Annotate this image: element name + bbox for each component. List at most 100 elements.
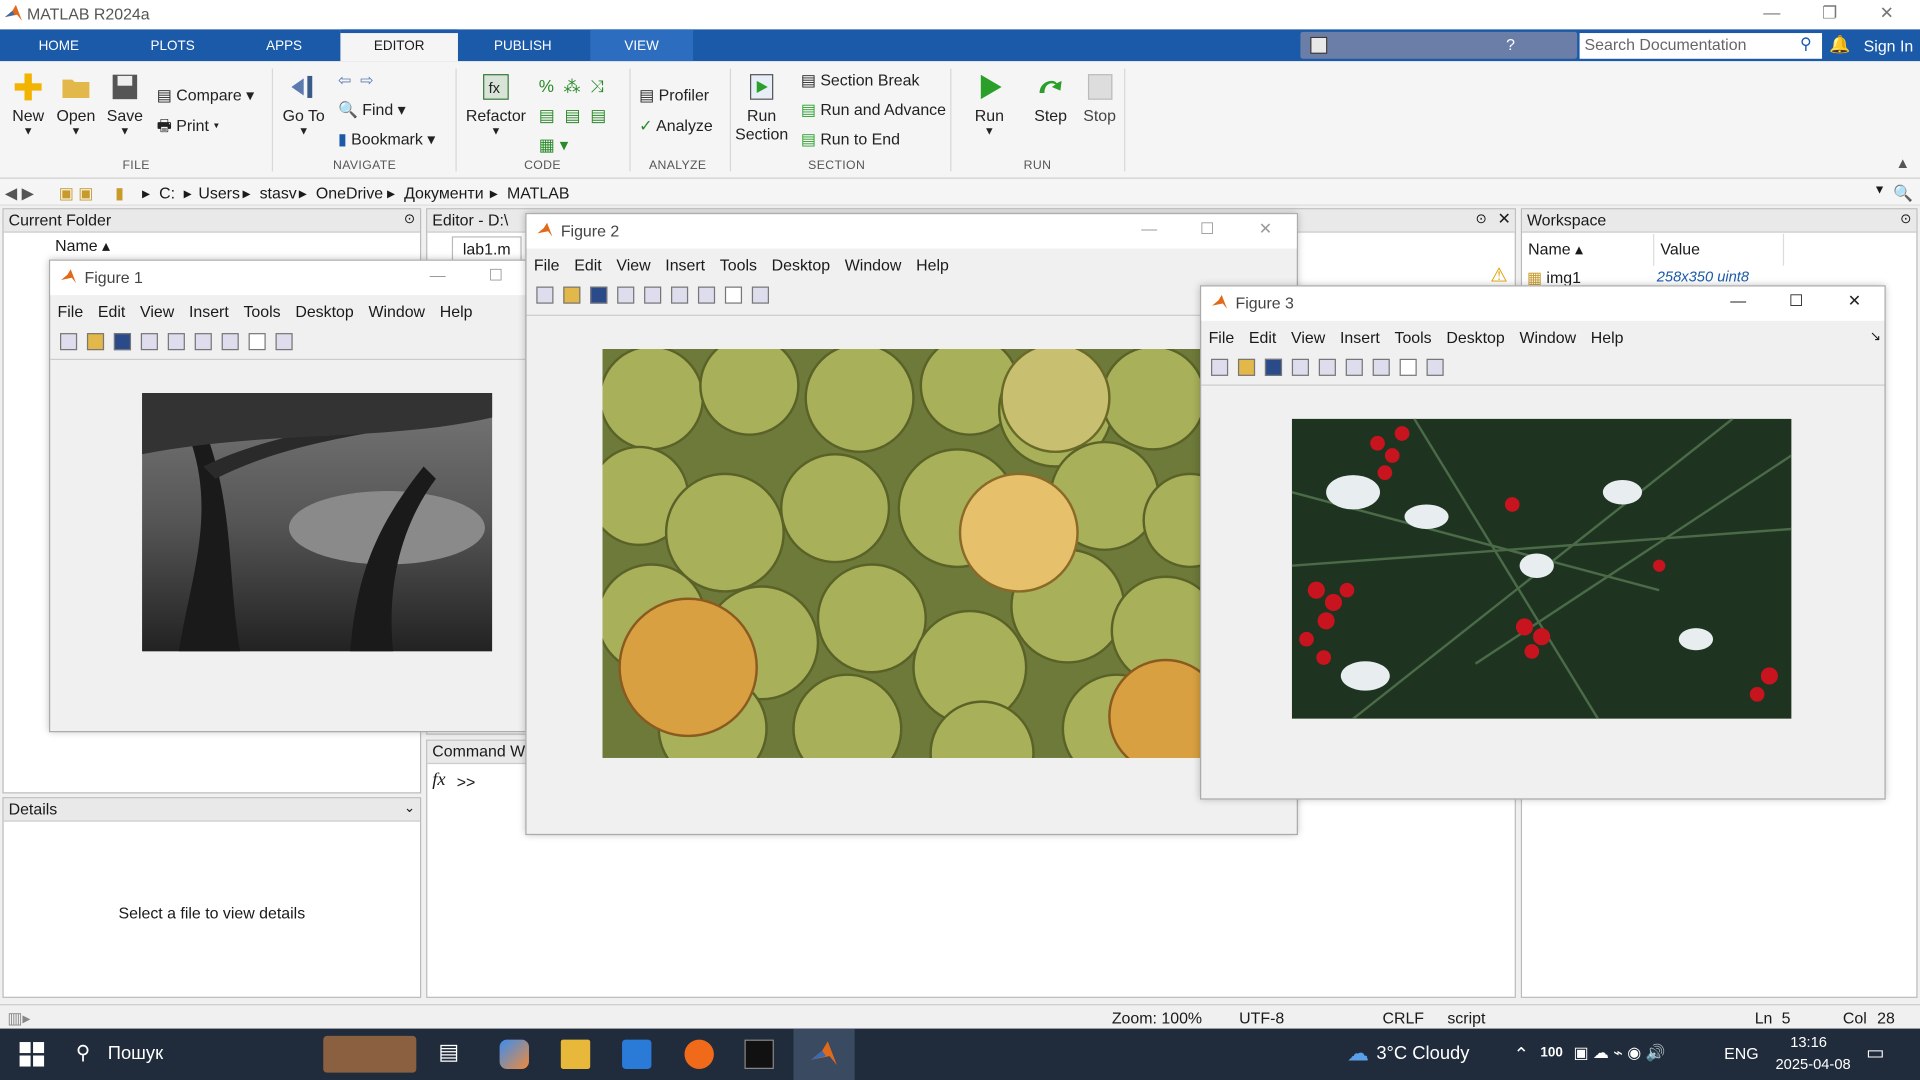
path-part[interactable]: Документи <box>404 184 484 202</box>
tab-publish[interactable]: PUBLISH <box>478 29 569 61</box>
matlab-taskbar-active[interactable] <box>793 1028 855 1080</box>
menu-help[interactable]: Help <box>1591 328 1624 346</box>
new-figure-icon[interactable] <box>536 286 554 304</box>
maximize-icon[interactable]: ☐ <box>1789 291 1803 311</box>
windows-start-icon[interactable] <box>17 1040 46 1069</box>
column-header-value[interactable]: Value <box>1654 233 1785 266</box>
weather-text[interactable]: 3°C Cloudy <box>1376 1043 1469 1064</box>
clock-time[interactable]: 13:16 <box>1790 1033 1827 1050</box>
save-icon[interactable] <box>1310 36 1328 54</box>
menu-edit[interactable]: Edit <box>574 256 601 274</box>
tab-editor[interactable]: EDITOR <box>340 29 458 62</box>
legend-icon[interactable] <box>697 286 716 304</box>
search-input[interactable]: Search Documentation <box>1579 33 1823 59</box>
menu-help[interactable]: Help <box>916 256 949 274</box>
firefox-icon[interactable] <box>684 1039 714 1069</box>
path-part[interactable]: MATLAB <box>507 184 570 202</box>
menu-file[interactable]: File <box>58 302 84 320</box>
goto-button[interactable]: Go To ▼ <box>279 71 328 137</box>
run-to-end-button[interactable]: ▤ Run to End <box>801 130 900 150</box>
store-icon[interactable] <box>622 1039 652 1069</box>
run-section-button[interactable]: Run Section <box>735 71 789 143</box>
path-part[interactable]: stasv <box>260 184 297 202</box>
run-button[interactable]: Run ▼ <box>967 71 1011 137</box>
menu-desktop[interactable]: Desktop <box>295 302 353 320</box>
colorbar-icon[interactable] <box>194 333 212 351</box>
menu-view[interactable]: View <box>616 256 650 274</box>
search-icon[interactable]: ⚲ <box>1800 34 1812 54</box>
menu-insert[interactable]: Insert <box>189 302 229 320</box>
minimize-icon[interactable]: — <box>1730 291 1746 309</box>
path-part[interactable]: OneDrive <box>316 184 383 202</box>
minimize-icon[interactable]: — <box>1141 219 1157 237</box>
property-editor-icon[interactable] <box>1426 358 1444 376</box>
path-part[interactable]: Users <box>198 184 240 202</box>
column-header-name[interactable]: Name ▴ <box>1522 233 1655 266</box>
menu-window[interactable]: Window <box>368 302 425 320</box>
menu-desktop[interactable]: Desktop <box>772 256 830 274</box>
pointer-icon[interactable] <box>248 333 266 351</box>
task-view-icon[interactable]: ▤ <box>438 1040 459 1066</box>
run-and-advance-button[interactable]: ▤ Run and Advance <box>801 100 946 120</box>
dock-icon[interactable]: ↘ <box>1870 328 1881 344</box>
collapse-icon[interactable]: ⌄ <box>404 800 415 816</box>
warning-icon[interactable]: ⚠ <box>1490 263 1508 287</box>
copilot-icon[interactable] <box>499 1039 529 1069</box>
open-icon[interactable] <box>86 333 105 351</box>
legend-icon[interactable] <box>1372 358 1390 376</box>
menu-file[interactable]: File <box>534 256 560 274</box>
search-icon[interactable]: ⚲ <box>76 1041 90 1065</box>
command-prompt[interactable]: >> <box>457 773 476 791</box>
nav-back-forward-icons[interactable]: ◀ ▶ <box>5 184 34 204</box>
menu-desktop[interactable]: Desktop <box>1446 328 1504 346</box>
menu-window[interactable]: Window <box>1519 328 1576 346</box>
restore-icon[interactable]: ❐ <box>1822 2 1837 23</box>
help-icon[interactable]: ? <box>1506 36 1515 54</box>
bookmark-button[interactable]: ▮ Bookmark ▾ <box>338 130 435 150</box>
print-button[interactable]: 🖶 Print ▾ <box>157 115 220 142</box>
menu-file[interactable]: File <box>1209 328 1235 346</box>
taskbar-search[interactable]: Пошук <box>108 1043 163 1064</box>
analyze-button[interactable]: ✓ Analyze <box>639 116 713 136</box>
minimize-icon[interactable]: — <box>1763 2 1780 22</box>
new-figure-icon[interactable] <box>60 333 78 351</box>
menu-window[interactable]: Window <box>845 256 902 274</box>
code-tools-icons[interactable]: % ⁂ ⤨ ▤ ▤ ▤ ▦ ▾ <box>539 71 607 159</box>
property-editor-icon[interactable] <box>275 333 293 351</box>
tab-plots[interactable]: PLOTS <box>132 29 213 61</box>
save-icon[interactable] <box>1264 358 1283 376</box>
close-icon[interactable]: ✕ <box>1848 291 1861 311</box>
menu-tools[interactable]: Tools <box>1394 328 1431 346</box>
editor-tab[interactable]: lab1.m <box>451 236 522 263</box>
new-button[interactable]: New ▼ <box>10 71 47 137</box>
open-icon[interactable] <box>1237 358 1256 376</box>
terminal-icon[interactable] <box>744 1039 774 1069</box>
menu-help[interactable]: Help <box>440 302 473 320</box>
collapse-ribbon-icon[interactable]: ▲ <box>1896 154 1911 171</box>
colorbar-icon[interactable] <box>671 286 689 304</box>
menu-insert[interactable]: Insert <box>665 256 705 274</box>
menu-tools[interactable]: Tools <box>243 302 280 320</box>
find-button[interactable]: 🔍 Find ▾ <box>338 100 406 120</box>
file-explorer-icon[interactable] <box>560 1039 591 1069</box>
clock-date[interactable]: 2025-04-08 <box>1776 1056 1851 1073</box>
panel-menu-icon[interactable]: ⊙ <box>404 211 415 227</box>
open-icon[interactable] <box>563 286 581 304</box>
stop-button[interactable]: Stop <box>1078 71 1122 125</box>
step-button[interactable]: Step <box>1029 71 1073 125</box>
colorbar-icon[interactable] <box>1345 358 1363 376</box>
sign-in-link[interactable]: Sign In <box>1864 37 1914 55</box>
print-icon[interactable] <box>140 333 158 351</box>
fx-icon[interactable]: fx <box>432 770 445 791</box>
language-indicator[interactable]: ENG <box>1724 1044 1758 1062</box>
tab-home[interactable]: HOME <box>20 29 98 61</box>
compare-button[interactable]: ▤ Compare ▾ <box>157 86 254 106</box>
print-icon[interactable] <box>1291 358 1309 376</box>
close-icon[interactable]: ✕ <box>1880 2 1894 23</box>
save-button[interactable]: Save ▼ <box>105 71 144 137</box>
property-editor-icon[interactable] <box>751 286 769 304</box>
panel-menu-icon[interactable]: ⊙ <box>1476 211 1487 227</box>
panel-menu-icon[interactable]: ⊙ <box>1900 211 1911 227</box>
profiler-button[interactable]: ▤ Profiler <box>639 86 709 106</box>
menu-view[interactable]: View <box>140 302 174 320</box>
